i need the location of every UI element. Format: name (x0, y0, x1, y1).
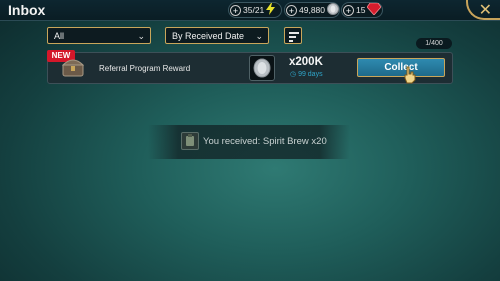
silver-resource[interactable]: + 49,880 (284, 2, 340, 18)
page-title: Inbox (8, 2, 46, 18)
add-gems-icon[interactable]: + (343, 4, 354, 16)
silver-coin-icon (327, 3, 339, 17)
chevron-down-icon: ⌄ (255, 31, 263, 41)
lightning-icon (266, 3, 276, 17)
chevron-down-icon: ⌄ (137, 31, 145, 41)
reward-item (249, 55, 275, 81)
sort-select-value: By Received Date (172, 31, 245, 41)
add-energy-icon[interactable]: + (230, 4, 241, 16)
expiry-label: ◷ 99 days (290, 70, 323, 78)
clock-icon: ◷ (290, 71, 297, 78)
energy-value: 35/21 (243, 5, 265, 15)
category-filter-select[interactable]: All ⌄ (47, 27, 151, 44)
gems-resource[interactable]: + 15 (341, 2, 383, 18)
spirit-brew-icon (181, 132, 199, 150)
silver-value: 49,880 (299, 5, 325, 15)
energy-resource[interactable]: + 35/21 (228, 2, 282, 18)
category-filter-value: All (54, 31, 65, 41)
collect-button[interactable]: Collect (357, 58, 445, 77)
silver-coin-icon (253, 58, 271, 78)
mail-title: Referral Program Reward (99, 64, 191, 73)
close-button[interactable]: ✕ (454, 0, 500, 20)
mail-counter: 1/400 (416, 38, 452, 49)
hand-cursor-icon (403, 66, 417, 89)
ruby-icon (366, 2, 382, 17)
gems-value: 15 (356, 5, 366, 15)
sort-select[interactable]: By Received Date ⌄ (165, 27, 269, 44)
close-icon[interactable]: ✕ (479, 0, 492, 20)
sort-order-button[interactable] (284, 27, 302, 44)
expiry-value: 99 days (298, 71, 323, 78)
chest-icon (61, 57, 85, 77)
reward-amount: x200K (289, 56, 323, 68)
add-silver-icon[interactable]: + (286, 4, 297, 16)
toast-message: You received: Spirit Brew x20 (203, 136, 327, 147)
top-bar: Inbox + 35/21 + 49,880 + 15 ✕ (0, 0, 500, 21)
